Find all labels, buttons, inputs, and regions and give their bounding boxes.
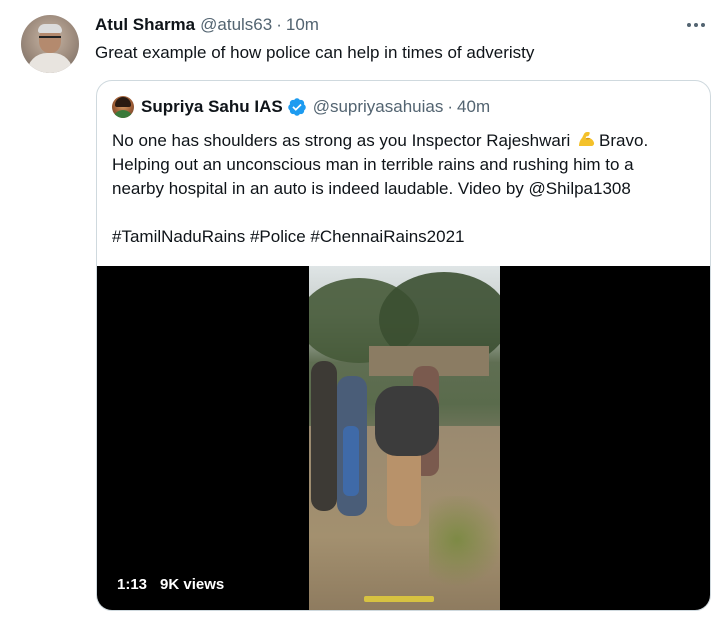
video-player[interactable]: 1:13 9K views (97, 266, 710, 610)
author-handle[interactable]: @atuls63 (200, 15, 272, 35)
more-options-icon[interactable] (683, 15, 709, 35)
video-stats: 1:13 9K views (117, 576, 224, 593)
author-avatar[interactable] (21, 15, 79, 73)
quoted-tweet-time[interactable]: 40m (457, 97, 490, 117)
avatar-shirt (27, 53, 73, 73)
video-duration: 1:13 (117, 576, 148, 593)
flexed-biceps-emoji (577, 129, 597, 149)
quoted-tweet-hashtags: #TamilNaduRains #Police #ChennaiRains202… (112, 227, 465, 246)
quoted-text-line: nearby hospital in an auto is indeed lau… (112, 179, 631, 198)
tweet-header: Atul Sharma @atuls63 · 10m (95, 14, 319, 36)
quoted-text-line: No one has shoulders as strong as you In… (112, 129, 702, 153)
quoted-avatar-body (113, 110, 133, 118)
quoted-tweet-header: Supriya Sahu IAS @supriyasahuias · 40m (112, 96, 490, 118)
quoted-author-name[interactable]: Supriya Sahu IAS (141, 97, 283, 117)
frame-watermark (364, 596, 434, 602)
frame-person (343, 426, 359, 496)
quoted-tweet[interactable]: Supriya Sahu IAS @supriyasahuias · 40m N… (96, 80, 711, 611)
author-name[interactable]: Atul Sharma (95, 15, 195, 35)
quoted-text-line: Helping out an unconscious man in terrib… (112, 155, 634, 174)
flexed-biceps-glyph (579, 132, 595, 146)
frame-person (375, 386, 439, 456)
avatar-glasses (39, 36, 61, 43)
quoted-avatar-hair (115, 97, 131, 107)
separator-dot: · (447, 97, 454, 116)
avatar-hair (38, 24, 62, 33)
more-dots-glyph (687, 23, 705, 27)
frame-leaves (429, 496, 499, 606)
tweet-time[interactable]: 10m (286, 15, 319, 35)
video-frame[interactable] (309, 266, 500, 610)
frame-person (311, 361, 337, 511)
video-views: 9K views (160, 576, 225, 593)
quoted-author-handle[interactable]: @supriyasahuias (313, 97, 444, 117)
quoted-text-segment: Bravo. (599, 131, 649, 150)
verified-badge-glyph (287, 98, 306, 116)
quoted-tweet-text: No one has shoulders as strong as you In… (112, 129, 702, 201)
separator-dot: · (276, 15, 282, 34)
quoted-author-avatar[interactable] (112, 96, 134, 118)
quoted-text-segment: No one has shoulders as strong as you In… (112, 131, 576, 150)
tweet-text: Great example of how police can help in … (95, 43, 535, 62)
verified-badge-icon (287, 97, 307, 117)
